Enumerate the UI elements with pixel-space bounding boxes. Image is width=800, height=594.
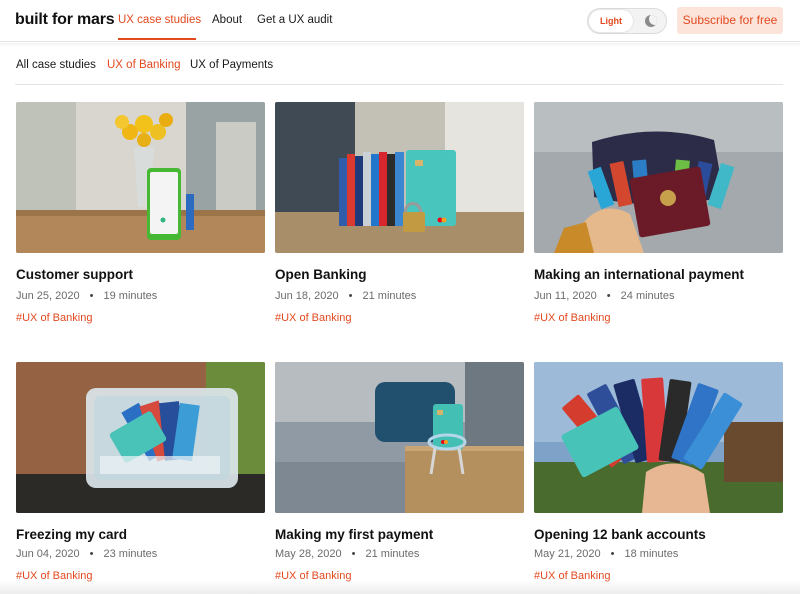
meta-separator: • (606, 290, 611, 302)
meta-separator: • (89, 548, 94, 560)
card-thumbnail[interactable] (275, 102, 524, 253)
category-tabs: All case studies UX of Banking UX of Pay… (0, 47, 800, 85)
card-title[interactable]: Opening 12 bank accounts (534, 527, 706, 542)
theme-toggle[interactable]: Light (587, 8, 667, 34)
site-logo[interactable]: built for mars (15, 11, 115, 29)
card-tag[interactable]: #UX of Banking (16, 312, 92, 324)
card-read-time: 18 minutes (624, 548, 679, 560)
card-tag[interactable]: #UX of Banking (534, 312, 610, 324)
card-title[interactable]: Making my first payment (275, 527, 433, 542)
card-thumbnail[interactable] (16, 102, 265, 253)
meta-separator: • (351, 548, 356, 560)
nav-link-about[interactable]: About (212, 14, 242, 26)
tab-ux-of-payments[interactable]: UX of Payments (190, 59, 273, 71)
card-meta: May 28, 2020 • 21 minutes (275, 548, 419, 560)
tab-ux-of-banking[interactable]: UX of Banking (107, 59, 181, 71)
active-nav-underline (118, 38, 196, 40)
card-title[interactable]: Freezing my card (16, 527, 127, 542)
card-read-time: 21 minutes (362, 290, 417, 302)
card-thumbnail[interactable] (16, 362, 265, 513)
nav-link-ux-case-studies[interactable]: UX case studies (118, 14, 201, 26)
case-study-card[interactable]: Opening 12 bank accounts May 21, 2020 • 18… (534, 362, 783, 594)
card-date: Jun 18, 2020 (275, 290, 339, 302)
theme-light-option[interactable]: Light (589, 10, 633, 32)
card-read-time: 23 minutes (103, 548, 158, 560)
card-title[interactable]: Making an international payment (534, 267, 744, 282)
meta-separator: • (348, 290, 353, 302)
card-date: Jun 11, 2020 (534, 290, 597, 302)
moon-icon[interactable] (645, 15, 657, 27)
card-meta: Jun 11, 2020 • 24 minutes (534, 290, 674, 302)
card-thumbnail[interactable] (275, 362, 524, 513)
card-read-time: 21 minutes (365, 548, 420, 560)
case-study-card[interactable]: Making an international payment Jun 11, … (534, 102, 783, 342)
card-meta: Jun 18, 2020 • 21 minutes (275, 290, 416, 302)
card-date: May 21, 2020 (534, 548, 601, 560)
bottom-fade (0, 580, 800, 594)
subscribe-button[interactable]: Subscribe for free (677, 7, 783, 34)
top-navigation: built for mars UX case studies About Get… (0, 0, 800, 42)
case-study-card[interactable]: Freezing my card Jun 04, 2020 • 23 minutes… (16, 362, 265, 594)
card-title[interactable]: Customer support (16, 267, 133, 282)
card-thumbnail[interactable] (534, 362, 783, 513)
nav-link-ux-audit[interactable]: Get a UX audit (257, 14, 332, 26)
card-meta: May 21, 2020 • 18 minutes (534, 548, 678, 560)
tab-all-case-studies[interactable]: All case studies (16, 59, 96, 71)
tabs-divider (15, 84, 783, 85)
card-read-time: 24 minutes (620, 290, 675, 302)
meta-separator: • (610, 548, 615, 560)
case-study-card[interactable]: Customer support Jun 25, 2020 • 19 minutes… (16, 102, 265, 342)
card-title[interactable]: Open Banking (275, 267, 367, 282)
card-read-time: 19 minutes (103, 290, 158, 302)
card-date: Jun 04, 2020 (16, 548, 80, 560)
card-meta: Jun 04, 2020 • 23 minutes (16, 548, 157, 560)
case-study-card[interactable]: Making my first payment May 28, 2020 • 21 … (275, 362, 524, 594)
card-thumbnail[interactable] (534, 102, 783, 253)
card-tag[interactable]: #UX of Banking (275, 312, 351, 324)
card-date: Jun 25, 2020 (16, 290, 80, 302)
card-meta: Jun 25, 2020 • 19 minutes (16, 290, 157, 302)
case-study-card[interactable]: Open Banking Jun 18, 2020 • 21 minutes #UX… (275, 102, 524, 342)
card-date: May 28, 2020 (275, 548, 342, 560)
meta-separator: • (89, 290, 94, 302)
